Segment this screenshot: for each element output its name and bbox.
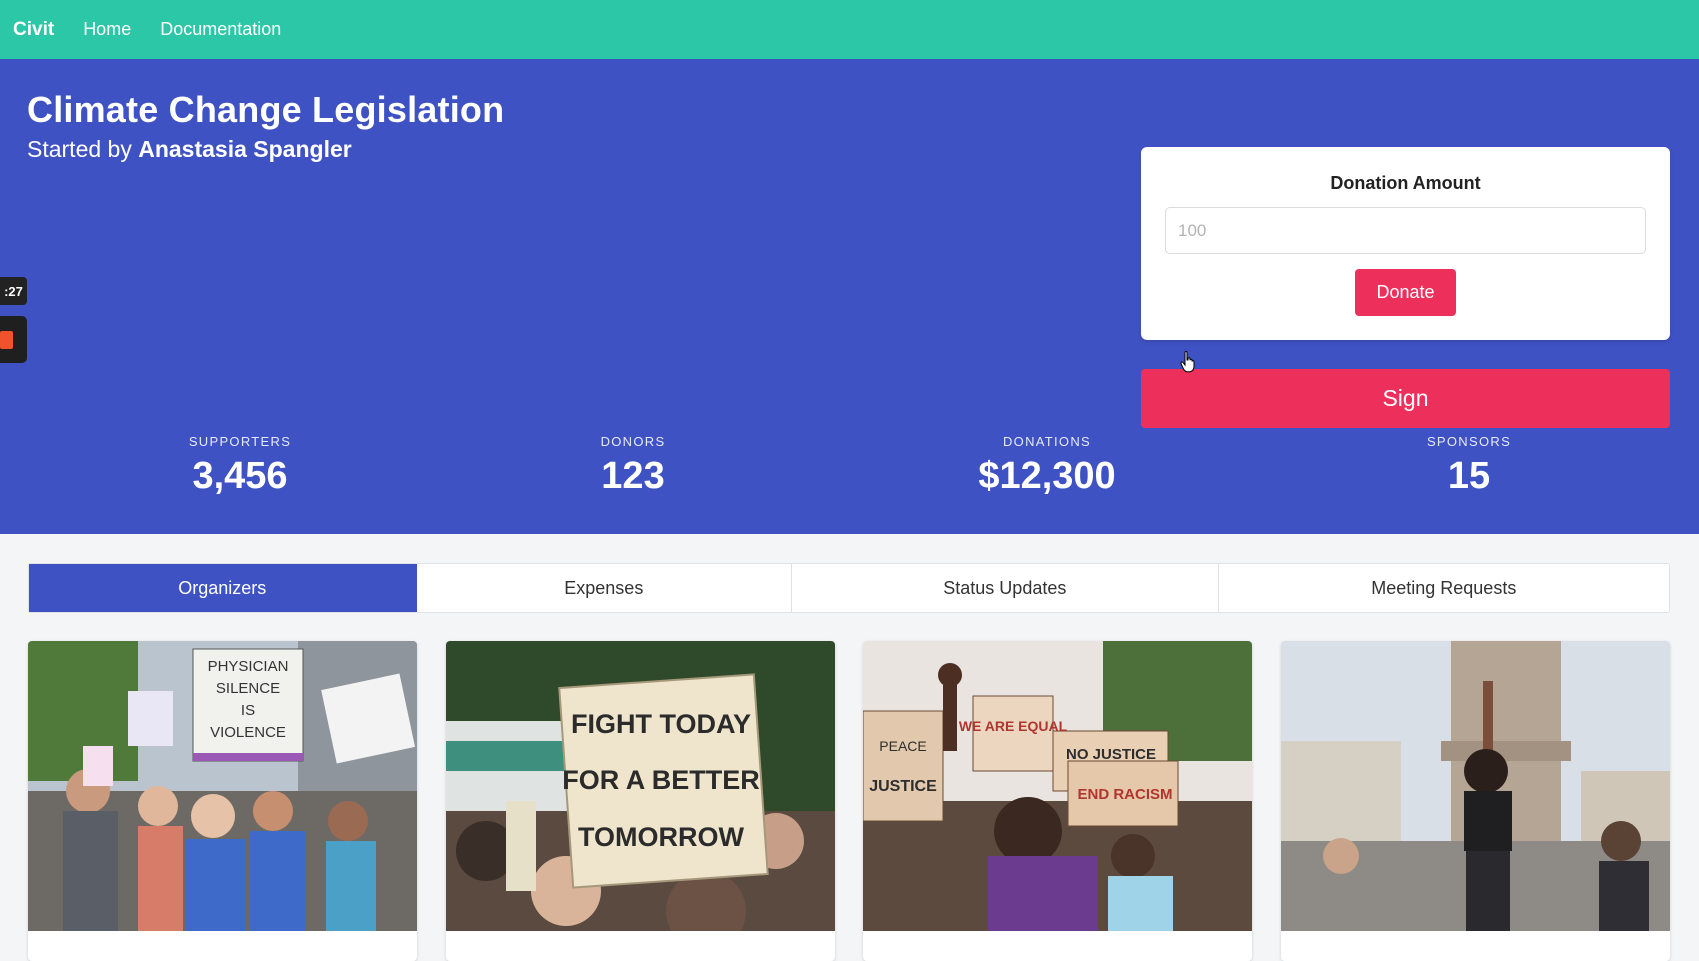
donation-card: Donation Amount Donate [1141, 147, 1670, 340]
stat-donors: DONORS 123 [523, 434, 743, 498]
sign-text: NO JUSTICE [1066, 746, 1156, 763]
sign-text: PHYSICIAN [208, 658, 289, 675]
organizer-card[interactable]: FIGHT TODAY FOR A BETTER TOMORROW [446, 641, 835, 961]
protest-photo-image [1281, 641, 1670, 931]
content-tabs: Organizers Expenses Status Updates Meeti… [28, 563, 1670, 613]
sign-text: FIGHT TODAY [571, 709, 751, 739]
stop-recording-icon[interactable] [0, 330, 13, 349]
tab-status-updates[interactable]: Status Updates [792, 564, 1219, 612]
stat-supporters: SUPPORTERS 3,456 [130, 434, 350, 498]
stat-donations: DONATIONS $12,300 [937, 434, 1157, 498]
sign-text: PEACE [879, 738, 926, 754]
stat-label: DONATIONS [1002, 434, 1092, 449]
tab-meeting-requests[interactable]: Meeting Requests [1219, 564, 1669, 612]
tab-organizers[interactable]: Organizers [29, 564, 417, 612]
brand-logo[interactable]: Civit [13, 19, 54, 41]
donation-amount-label: Donation Amount [1330, 173, 1481, 193]
donate-button[interactable]: Donate [1355, 269, 1456, 316]
stat-value: $12,300 [978, 455, 1116, 497]
sign-text: IS [241, 702, 255, 719]
top-navbar: Civit Home Documentation [0, 0, 1699, 59]
organizer-card[interactable]: WE ARE EQUAL NO JUSTICE END RACISM PEACE… [863, 641, 1252, 961]
nav-link-home[interactable]: Home [83, 19, 131, 40]
stat-label: DONORS [600, 434, 666, 449]
nav-link-documentation[interactable]: Documentation [160, 19, 281, 40]
hand-cursor-icon [1180, 351, 1195, 373]
campaign-subtitle: Started by Anastasia Spangler [27, 136, 352, 163]
tab-expenses[interactable]: Expenses [417, 564, 793, 612]
sign-text: VIOLENCE [210, 724, 286, 741]
protest-photo-image: WE ARE EQUAL NO JUSTICE END RACISM PEACE… [863, 641, 1252, 931]
sign-text: TOMORROW [578, 822, 744, 852]
stat-label: SUPPORTERS [188, 434, 292, 449]
protest-photo-image: FIGHT TODAY FOR A BETTER TOMORROW [446, 641, 835, 931]
stat-value: 15 [1447, 455, 1491, 497]
recording-timer: :27 [0, 277, 27, 305]
organizer-card[interactable]: PHYSICIAN SILENCE IS VIOLENCE [28, 641, 417, 961]
sign-text: FOR A BETTER [562, 765, 760, 795]
started-by-label: Started by [27, 136, 139, 162]
campaign-author: Anastasia Spangler [138, 136, 352, 162]
donation-amount-input[interactable] [1165, 207, 1646, 254]
stat-sponsors: SPONSORS 15 [1359, 434, 1579, 498]
sign-text: WE ARE EQUAL [959, 718, 1068, 734]
sign-text: SILENCE [216, 680, 280, 697]
stat-value: 3,456 [192, 455, 288, 497]
protest-photo-image: PHYSICIAN SILENCE IS VIOLENCE [28, 641, 417, 931]
sign-button[interactable]: Sign [1141, 369, 1670, 428]
recording-widget[interactable] [0, 316, 27, 363]
sign-text: JUSTICE [869, 778, 937, 795]
campaign-title: Climate Change Legislation [27, 89, 505, 130]
organizer-card[interactable] [1281, 641, 1670, 961]
sign-text: END RACISM [1077, 786, 1172, 803]
stat-value: 123 [601, 455, 665, 497]
stat-label: SPONSORS [1426, 434, 1512, 449]
